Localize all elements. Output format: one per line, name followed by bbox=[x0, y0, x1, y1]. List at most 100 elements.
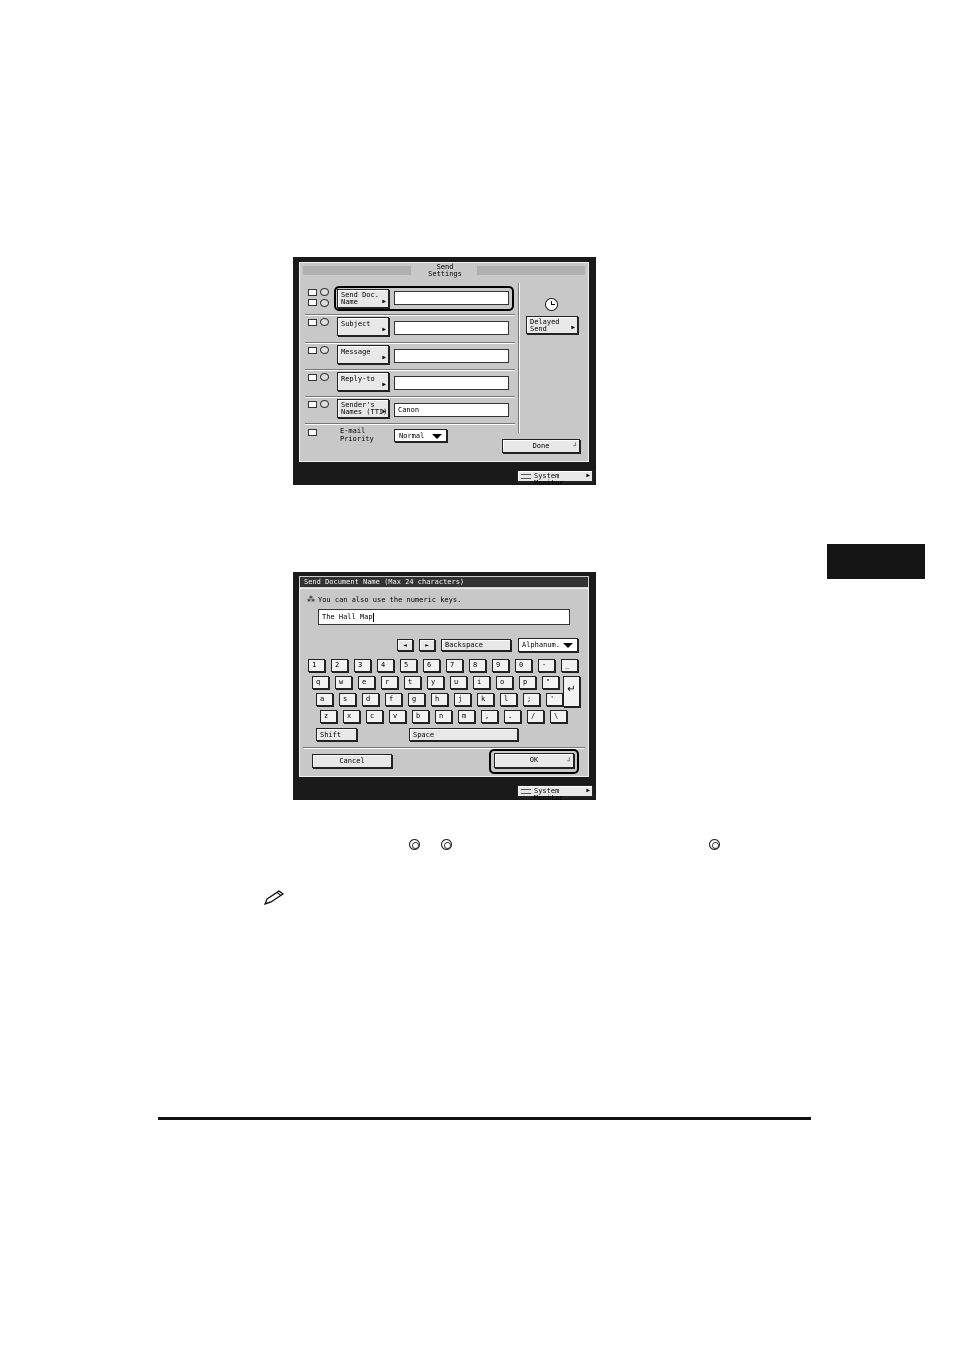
key-row4-4[interactable]: b bbox=[412, 710, 429, 723]
senders-names-field[interactable]: Canon bbox=[394, 403, 509, 417]
key-row2-1[interactable]: w bbox=[335, 676, 352, 689]
key-row3-0[interactable]: a bbox=[316, 693, 333, 706]
reply-to-button[interactable]: Reply-to ▶ bbox=[337, 372, 389, 391]
key-symbol-icon bbox=[409, 839, 420, 850]
key-row4-1[interactable]: x bbox=[343, 710, 360, 723]
corner-arrow-icon: ┘ bbox=[573, 443, 577, 450]
menu-lines-icon bbox=[521, 474, 531, 479]
key-row2-8[interactable]: o bbox=[496, 676, 513, 689]
key-row1-4[interactable]: 5 bbox=[400, 659, 417, 672]
key-row2-2[interactable]: e bbox=[358, 676, 375, 689]
system-monitor-button[interactable]: System Monitor ▶ bbox=[517, 785, 593, 802]
document-name-input[interactable]: The Hall Map bbox=[318, 609, 570, 625]
title-pattern-right bbox=[477, 266, 585, 275]
chevron-down-icon bbox=[563, 643, 573, 648]
done-button[interactable]: Done ┘ bbox=[502, 439, 580, 453]
key-row3-9[interactable]: ; bbox=[523, 693, 540, 706]
key-row2-0[interactable]: q bbox=[312, 676, 329, 689]
key-row1-2[interactable]: 3 bbox=[354, 659, 371, 672]
key-row4-7[interactable]: , bbox=[481, 710, 498, 723]
keyboard-title-bar: Send Document Name (Max 24 characters) bbox=[299, 576, 589, 588]
priority-select[interactable]: Normal bbox=[394, 429, 447, 442]
key-row4-5[interactable]: n bbox=[435, 710, 452, 723]
key-row2-5[interactable]: y bbox=[427, 676, 444, 689]
shift-key[interactable]: Shift bbox=[316, 728, 357, 741]
shift-label: Shift bbox=[320, 731, 342, 739]
loop-icon bbox=[320, 373, 329, 381]
backspace-button[interactable]: Backspace bbox=[441, 639, 511, 651]
subject-button[interactable]: Subject ▶ bbox=[337, 317, 389, 336]
key-row1-8[interactable]: 9 bbox=[492, 659, 509, 672]
button-label-line1: Subject bbox=[341, 320, 371, 328]
key-row2-3[interactable]: r bbox=[381, 676, 398, 689]
send-settings-screen: Send Settings Send Doc. Name ▶ Subject ▶… bbox=[293, 257, 596, 487]
key-row2-10[interactable]: " bbox=[542, 676, 559, 689]
hint-text: You can also use the numeric keys. bbox=[318, 596, 462, 604]
menu-lines-icon bbox=[521, 789, 531, 794]
row-separator bbox=[305, 396, 515, 397]
key-row1-3[interactable]: 4 bbox=[377, 659, 394, 672]
enter-icon: ↵ bbox=[567, 684, 576, 695]
key-row1-6[interactable]: 7 bbox=[446, 659, 463, 672]
space-label: Space bbox=[413, 731, 435, 739]
key-row4-3[interactable]: v bbox=[389, 710, 406, 723]
key-row2-7[interactable]: i bbox=[473, 676, 490, 689]
keyboard-panel: ⁂ You can also use the numeric keys. The… bbox=[299, 588, 589, 777]
send-doc-name-button[interactable]: Send Doc. Name ▶ bbox=[337, 289, 389, 308]
arrow-right-icon: ► bbox=[425, 642, 429, 649]
done-label: Done bbox=[532, 442, 550, 450]
keyboard-screen: Send Document Name (Max 24 characters) ⁂… bbox=[293, 572, 596, 802]
cursor-left-button[interactable]: ◄ bbox=[397, 639, 413, 651]
senders-names-button[interactable]: Sender's Names (TTI) ▶ bbox=[337, 399, 389, 418]
reply-to-field[interactable] bbox=[394, 376, 509, 390]
system-monitor-label: System Monitor bbox=[534, 472, 564, 487]
arrow-right-icon: ▶ bbox=[571, 324, 575, 331]
key-row3-6[interactable]: j bbox=[454, 693, 471, 706]
key-row3-4[interactable]: g bbox=[408, 693, 425, 706]
key-row4-9[interactable]: / bbox=[527, 710, 544, 723]
key-row2-9[interactable]: p bbox=[519, 676, 536, 689]
subject-field[interactable] bbox=[394, 321, 509, 335]
db-icon bbox=[308, 299, 317, 306]
key-row3-5[interactable]: h bbox=[431, 693, 448, 706]
delayed-send-button[interactable]: Delayed Send ▶ bbox=[526, 316, 578, 334]
key-row1-1[interactable]: 2 bbox=[331, 659, 348, 672]
key-row4-6[interactable]: m bbox=[458, 710, 475, 723]
key-row4-8[interactable]: . bbox=[504, 710, 521, 723]
loop-icon-2 bbox=[320, 299, 329, 307]
key-row1-9[interactable]: 0 bbox=[515, 659, 532, 672]
key-row1-0[interactable]: 1 bbox=[308, 659, 325, 672]
ok-button[interactable]: OK ┘ bbox=[494, 753, 574, 768]
key-row4-2[interactable]: c bbox=[366, 710, 383, 723]
key-row3-1[interactable]: s bbox=[339, 693, 356, 706]
key-row1-11[interactable]: _ bbox=[561, 659, 578, 672]
doc-icon bbox=[308, 429, 317, 436]
key-row2-4[interactable]: t bbox=[404, 676, 421, 689]
key-row3-8[interactable]: l bbox=[500, 693, 517, 706]
send-doc-name-field[interactable] bbox=[394, 291, 509, 305]
input-mode-select[interactable]: Alphanum. bbox=[518, 638, 578, 652]
row-separator bbox=[305, 423, 515, 424]
key-row1-5[interactable]: 6 bbox=[423, 659, 440, 672]
key-row1-7[interactable]: 8 bbox=[469, 659, 486, 672]
key-row3-7[interactable]: k bbox=[477, 693, 494, 706]
enter-key[interactable]: ↵ bbox=[563, 676, 580, 707]
key-row3-2[interactable]: d bbox=[362, 693, 379, 706]
priority-label-line1: E-mail bbox=[340, 427, 366, 435]
cursor-right-button[interactable]: ► bbox=[419, 639, 435, 651]
key-symbol-icon bbox=[441, 839, 452, 850]
column-divider bbox=[518, 283, 519, 433]
key-row4-10[interactable]: \ bbox=[550, 710, 567, 723]
message-field[interactable] bbox=[394, 349, 509, 363]
key-row2-6[interactable]: u bbox=[450, 676, 467, 689]
loop-icon bbox=[320, 346, 329, 354]
system-monitor-button[interactable]: System Monitor ▶ bbox=[517, 470, 593, 487]
key-row4-0[interactable]: z bbox=[320, 710, 337, 723]
message-button[interactable]: Message ▶ bbox=[337, 345, 389, 364]
key-row3-3[interactable]: f bbox=[385, 693, 402, 706]
key-row1-10[interactable]: - bbox=[538, 659, 555, 672]
doc-icon bbox=[308, 347, 317, 354]
space-key[interactable]: Space bbox=[409, 728, 518, 741]
key-row3-10[interactable]: ' bbox=[546, 693, 563, 706]
cancel-button[interactable]: Cancel bbox=[312, 754, 392, 768]
